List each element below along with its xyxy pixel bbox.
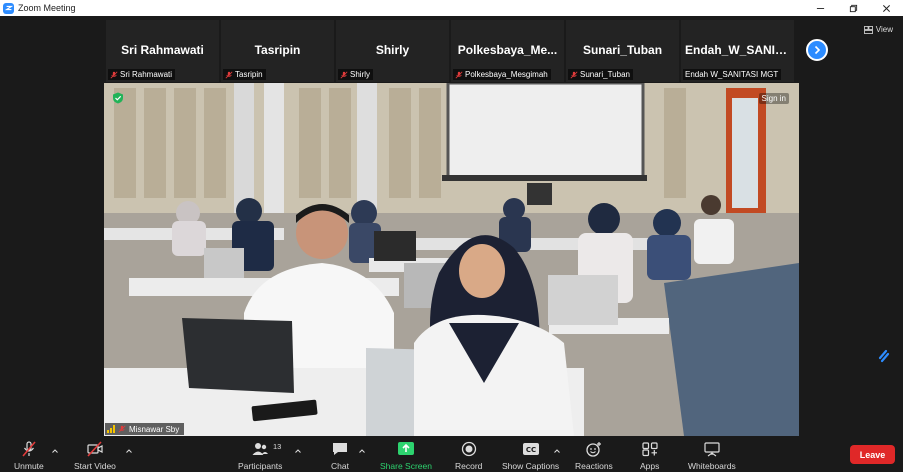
- participant-tile[interactable]: Sunari_Tuban Sunari_Tuban: [566, 20, 679, 82]
- participant-display-name: Sunari_Tuban: [582, 43, 663, 57]
- share-screen-label: Share Screen: [380, 461, 432, 471]
- participant-tile[interactable]: Sri Rahmawati Sri Rahmawati: [106, 20, 219, 82]
- title-bar: Zoom Meeting: [0, 0, 903, 16]
- participant-tile[interactable]: Tasripin Tasripin: [221, 20, 334, 82]
- participant-display-name: Endah_W_SANIT...: [685, 43, 792, 57]
- share-screen-icon: [397, 442, 414, 455]
- window-title: Zoom Meeting: [18, 3, 76, 13]
- participant-tag-label: Polkesbaya_Mesgimah: [465, 70, 548, 79]
- chevron-up-icon: [359, 449, 365, 453]
- chat-label: Chat: [331, 461, 349, 471]
- speaker-name-tag: Misnawar Sby: [105, 423, 185, 435]
- window-controls: [804, 0, 903, 16]
- mic-muted-icon: [110, 71, 118, 78]
- participant-name-tag: Sri Rahmawati: [108, 69, 176, 80]
- close-button[interactable]: [870, 0, 903, 16]
- participants-label: Participants: [238, 461, 283, 471]
- participant-display-name: Tasripin: [254, 43, 301, 57]
- chat-button[interactable]: Chat: [331, 439, 349, 471]
- show-captions-button[interactable]: CC Show Captions: [502, 439, 559, 471]
- apps-icon: [642, 442, 658, 457]
- participant-name-tag: Polkesbaya_Mesgimah: [453, 69, 551, 80]
- audio-options-caret[interactable]: [51, 442, 59, 453]
- participants-count: 13: [273, 442, 282, 451]
- participant-display-name: Polkesbaya_Me...: [457, 43, 558, 57]
- sign-in-link[interactable]: Sign in: [758, 93, 789, 104]
- view-label: View: [875, 25, 893, 34]
- mic-muted-icon: [455, 71, 463, 78]
- record-button[interactable]: Record: [455, 439, 482, 471]
- zoom-logo-icon: [3, 2, 14, 14]
- mic-muted-icon: [22, 441, 36, 457]
- leave-button[interactable]: Leave: [850, 445, 895, 464]
- show-captions-label: Show Captions: [502, 461, 560, 471]
- chevron-right-icon: [814, 45, 821, 55]
- apps-button[interactable]: Apps: [640, 439, 659, 471]
- mic-muted-icon: [118, 425, 126, 433]
- unmute-button[interactable]: Unmute: [14, 439, 44, 471]
- whiteboards-label: Whiteboards: [688, 461, 736, 471]
- record-label: Record: [455, 461, 483, 471]
- unmute-label: Unmute: [14, 461, 44, 471]
- start-video-label: Start Video: [74, 461, 116, 471]
- video-options-caret[interactable]: [125, 442, 133, 453]
- captions-options-caret[interactable]: [553, 442, 561, 453]
- view-button[interactable]: View: [863, 25, 893, 34]
- video-off-icon: [87, 441, 103, 457]
- chevron-up-icon: [554, 449, 560, 453]
- participants-options-caret[interactable]: [294, 442, 302, 453]
- start-video-button[interactable]: Start Video: [74, 439, 116, 471]
- participant-name-tag: Tasripin: [223, 69, 266, 80]
- drag-handle-icon[interactable]: [877, 348, 891, 364]
- participant-tag-label: Sunari_Tuban: [580, 70, 630, 79]
- chevron-up-icon: [295, 449, 301, 453]
- mic-muted-icon: [225, 71, 233, 78]
- close-icon: [882, 4, 891, 12]
- zoom-meeting-window: Zoom Meeting View Sri Rahmawati Sri Rahm…: [0, 0, 903, 472]
- svg-text:CC: CC: [525, 446, 535, 454]
- participant-tile[interactable]: Endah_W_SANIT... Endah W_SANITASI MGT: [681, 20, 794, 82]
- participant-tag-label: Tasripin: [235, 70, 263, 79]
- participant-tag-label: Shirly: [350, 70, 371, 79]
- whiteboards-button[interactable]: Whiteboards: [688, 439, 736, 471]
- participant-tag-label: Endah W_SANITASI MGT: [685, 70, 779, 79]
- next-page-button[interactable]: [806, 39, 828, 61]
- whiteboard-icon: [704, 442, 720, 457]
- emoji-plus-icon: [586, 442, 601, 457]
- restore-button[interactable]: [837, 0, 870, 16]
- participant-display-name: Shirly: [375, 43, 410, 57]
- speaker-name: Misnawar Sby: [129, 424, 180, 434]
- minimize-icon: [816, 7, 825, 9]
- encryption-shield-icon[interactable]: [112, 92, 124, 104]
- participant-display-name: Sri Rahmawati: [121, 43, 204, 57]
- active-speaker-video[interactable]: Sign in Misnawar Sby: [104, 83, 799, 436]
- mic-muted-icon: [570, 71, 578, 78]
- participant-tile[interactable]: Shirly Shirly: [336, 20, 449, 82]
- participant-strip: Sri Rahmawati Sri Rahmawati Tasripin Tas…: [106, 20, 794, 82]
- signal-bars-icon: [107, 425, 115, 433]
- mic-muted-icon: [340, 71, 348, 78]
- reactions-button[interactable]: Reactions: [575, 439, 613, 471]
- apps-label: Apps: [640, 461, 660, 471]
- chevron-up-icon: [126, 449, 132, 453]
- participant-tag-label: Sri Rahmawati: [120, 70, 173, 79]
- chevron-up-icon: [52, 449, 58, 453]
- minimize-button[interactable]: [804, 0, 837, 16]
- record-icon: [461, 441, 476, 457]
- reactions-label: Reactions: [575, 461, 613, 471]
- captions-icon: CC: [522, 443, 539, 455]
- participant-name-tag: Sunari_Tuban: [568, 69, 633, 80]
- restore-icon: [849, 4, 858, 12]
- classroom-video-frame: [104, 83, 799, 436]
- participant-tile[interactable]: Polkesbaya_Me... Polkesbaya_Mesgimah: [451, 20, 564, 82]
- grid-view-icon: [863, 25, 873, 34]
- chat-icon: [333, 443, 347, 455]
- participants-icon: [252, 443, 269, 455]
- participant-name-tag: Endah W_SANITASI MGT: [683, 69, 782, 80]
- share-screen-button[interactable]: Share Screen: [380, 439, 432, 471]
- participant-name-tag: Shirly: [338, 69, 374, 80]
- chat-options-caret[interactable]: [358, 442, 366, 453]
- meeting-toolbar: Unmute Start Video Participants 13 Chat …: [0, 436, 903, 472]
